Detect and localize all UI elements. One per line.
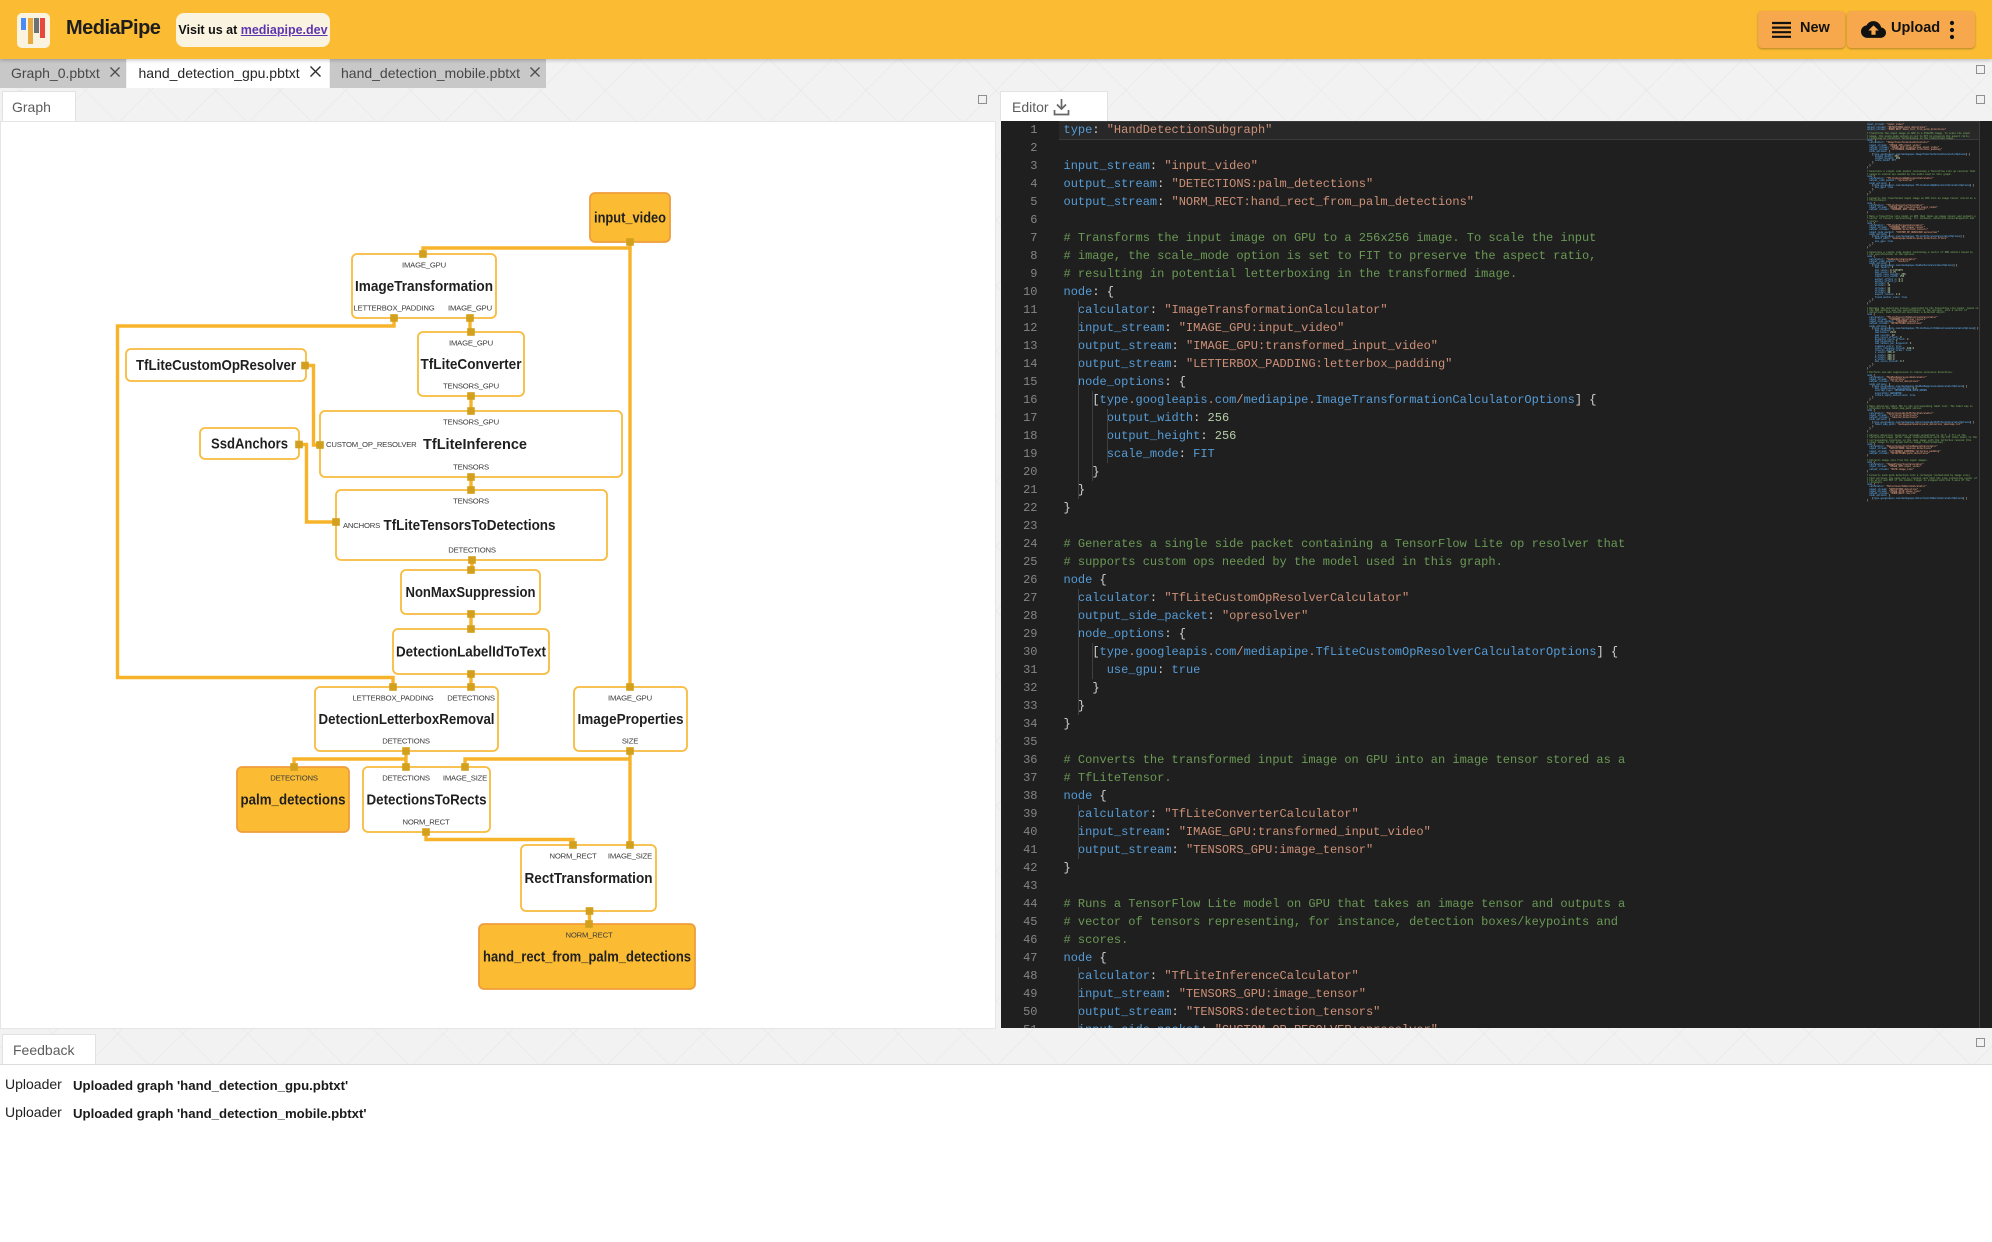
svg-text:ANCHORS: ANCHORS — [343, 521, 380, 530]
svg-text:DETECTIONS: DETECTIONS — [447, 694, 495, 703]
svg-text:palm_detections: palm_detections — [241, 793, 346, 809]
svg-text:DETECTIONS: DETECTIONS — [270, 774, 318, 783]
svg-text:TENSORS_GPU: TENSORS_GPU — [443, 418, 499, 427]
svg-text:TENSORS: TENSORS — [453, 463, 489, 472]
svg-text:IMAGE_SIZE: IMAGE_SIZE — [608, 852, 652, 861]
svg-text:CUSTOM_OP_RESOLVER: CUSTOM_OP_RESOLVER — [326, 440, 417, 449]
svg-text:RectTransformation: RectTransformation — [525, 871, 653, 887]
svg-text:IMAGE_GPU: IMAGE_GPU — [448, 304, 492, 313]
svg-text:ImageTransformation: ImageTransformation — [355, 279, 493, 295]
svg-text:input_video: input_video — [594, 211, 666, 227]
svg-text:TfLiteInference: TfLiteInference — [423, 437, 527, 453]
svg-text:TfLiteCustomOpResolver: TfLiteCustomOpResolver — [136, 358, 296, 374]
svg-text:DETECTIONS: DETECTIONS — [448, 546, 496, 555]
svg-text:NORM_RECT: NORM_RECT — [566, 931, 613, 940]
svg-text:NORM_RECT: NORM_RECT — [403, 818, 450, 827]
svg-text:NonMaxSuppression: NonMaxSuppression — [406, 585, 536, 601]
svg-text:TfLiteConverter: TfLiteConverter — [421, 357, 522, 373]
svg-text:TENSORS_GPU: TENSORS_GPU — [443, 382, 499, 391]
svg-text:DETECTIONS: DETECTIONS — [382, 774, 430, 783]
svg-text:DetectionLabelIdToText: DetectionLabelIdToText — [396, 645, 546, 661]
svg-text:DETECTIONS: DETECTIONS — [382, 737, 430, 746]
svg-text:SsdAnchors: SsdAnchors — [211, 437, 288, 453]
svg-text:IMAGE_SIZE: IMAGE_SIZE — [443, 774, 487, 783]
svg-text:TfLiteTensorsToDetections: TfLiteTensorsToDetections — [384, 518, 556, 534]
svg-text:DetectionsToRects: DetectionsToRects — [367, 793, 487, 809]
svg-text:LETTERBOX_PADDING: LETTERBOX_PADDING — [352, 694, 433, 703]
svg-text:IMAGE_GPU: IMAGE_GPU — [608, 694, 652, 703]
svg-text:ImageProperties: ImageProperties — [578, 712, 684, 728]
svg-text:LETTERBOX_PADDING: LETTERBOX_PADDING — [353, 304, 434, 313]
svg-text:hand_rect_from_palm_detections: hand_rect_from_palm_detections — [483, 950, 691, 966]
svg-text:IMAGE_GPU: IMAGE_GPU — [449, 339, 493, 348]
svg-text:DetectionLetterboxRemoval: DetectionLetterboxRemoval — [319, 712, 495, 728]
svg-text:TENSORS: TENSORS — [453, 497, 489, 506]
svg-text:NORM_RECT: NORM_RECT — [550, 852, 597, 861]
svg-text:IMAGE_GPU: IMAGE_GPU — [402, 261, 446, 270]
svg-text:SIZE: SIZE — [622, 737, 638, 746]
